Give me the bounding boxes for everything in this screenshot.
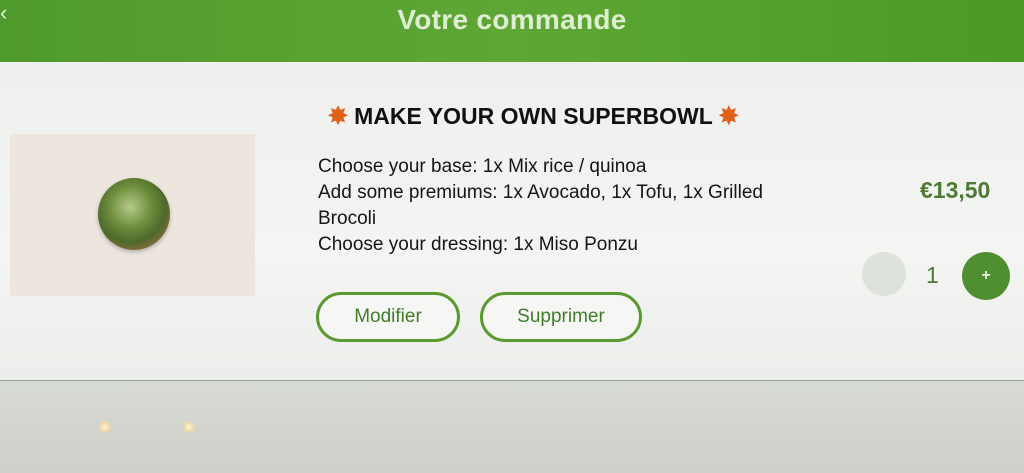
reflection-light [183, 421, 195, 433]
order-item-card: ✸ MAKE YOUR OWN SUPERBOWL ✸ Choose your ba… [0, 62, 1024, 381]
burst-icon: ✸ [328, 103, 349, 130]
salad-bowl-image [98, 178, 170, 250]
burst-icon: ✸ [718, 103, 739, 130]
option-line: Brocoli [318, 208, 377, 229]
product-title: MAKE YOUR OWN SUPERBOWL [354, 103, 713, 129]
product-options: Choose your base: 1x Mix rice / quinoa A… [318, 154, 838, 258]
delete-button[interactable]: Supprimer [480, 292, 642, 342]
page-title: Votre commande [397, 4, 627, 35]
increase-quantity-button[interactable]: + [962, 252, 1010, 300]
reflection-light [99, 421, 111, 433]
quantity-value: 1 [926, 262, 939, 288]
option-line: Choose your dressing: 1x Miso Ponzu [318, 234, 638, 255]
option-line: Choose your base: 1x Mix rice / quinoa [318, 156, 647, 177]
header-bar: ‹ Votre commande [0, 0, 1024, 62]
decrease-quantity-button[interactable] [862, 252, 906, 296]
bottom-area [0, 381, 1024, 473]
option-line: Add some premiums: 1x Avocado, 1x Tofu, … [318, 182, 763, 203]
modify-button[interactable]: Modifier [316, 292, 460, 342]
product-title-row: ✸ MAKE YOUR OWN SUPERBOWL ✸ [322, 102, 745, 131]
item-price: €13,50 [920, 177, 991, 203]
product-image [10, 134, 255, 296]
